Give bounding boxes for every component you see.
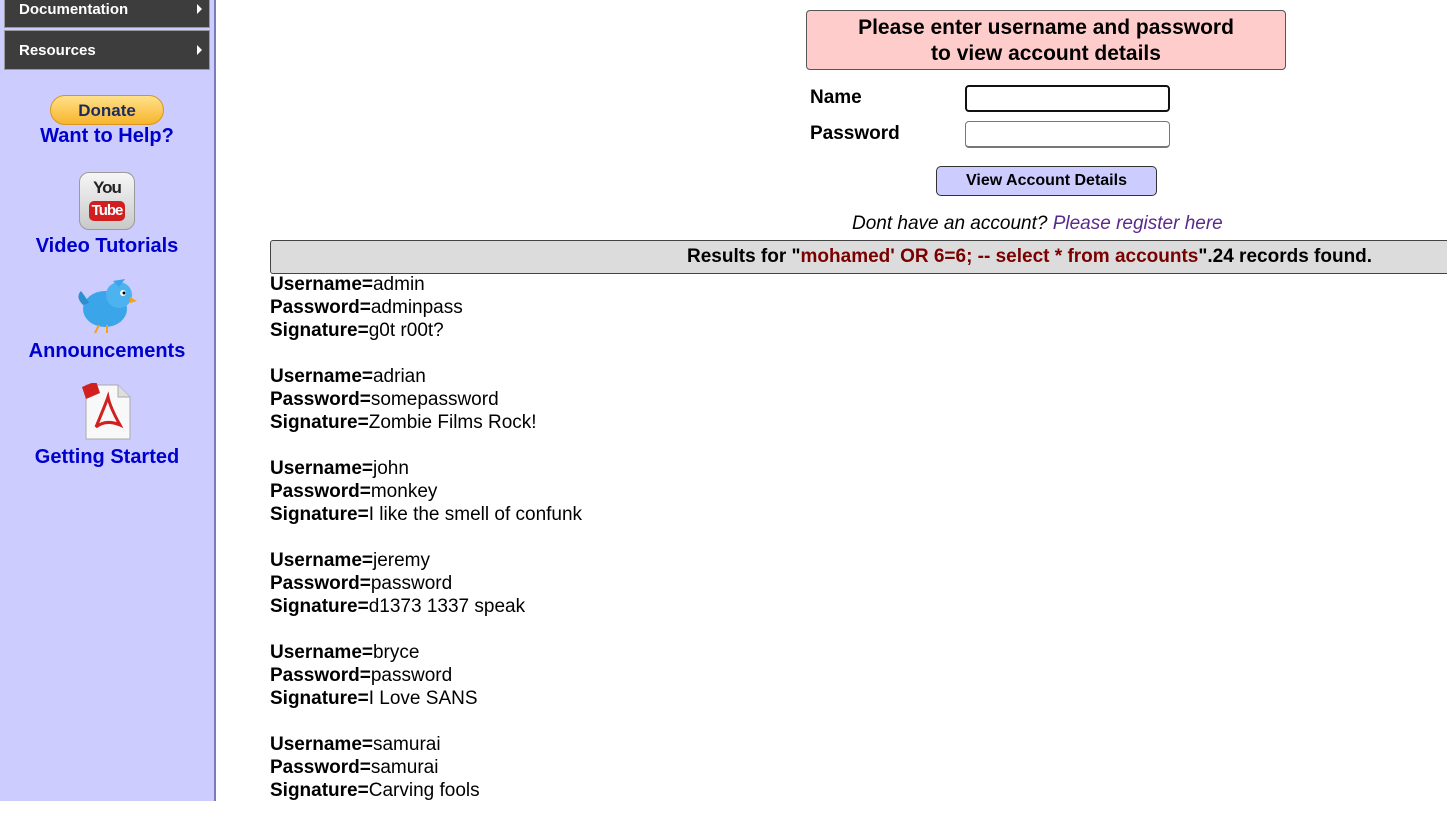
menu-item-resources[interactable]: Resources [4, 30, 210, 70]
record-username-value: samurai [372, 734, 441, 755]
record-password-value: adminpass [370, 297, 463, 318]
record-signature: Signature=Zombie Films Rock! [270, 411, 582, 434]
record-password-label: Password= [270, 665, 371, 686]
youtube-tube-text: Tube [89, 201, 125, 221]
results-query: mohamed' OR 6=6; -- select * from accoun… [800, 246, 1199, 267]
register-prompt: Dont have an account? [852, 213, 1048, 234]
record-username-value: john [372, 458, 409, 479]
record-password: Password=samurai [270, 756, 582, 779]
list-item: Username=jeremy Password=password Signatur… [270, 549, 582, 618]
announcements-link[interactable]: Announcements [0, 340, 214, 363]
youtube-icon[interactable]: You Tube [79, 172, 135, 230]
record-username: Username=samurai [270, 733, 582, 756]
record-username-value: adrian [372, 366, 426, 387]
record-signature-label: Signature= [270, 504, 369, 525]
record-password: Password=monkey [270, 480, 582, 503]
record-signature: Signature=I like the smell of confunk [270, 503, 582, 526]
record-signature-value: Zombie Films Rock! [368, 412, 537, 433]
chevron-right-icon [197, 4, 202, 14]
record-username-label: Username= [270, 366, 373, 387]
getting-started-block: Getting Started [0, 383, 214, 469]
record-signature-value: Carving fools [368, 780, 480, 801]
donate-block: Donate Want to Help? [0, 95, 214, 148]
record-username-label: Username= [270, 642, 373, 663]
video-tutorials-block: You Tube Video Tutorials [0, 172, 214, 258]
menu-item-label: Resources [19, 41, 96, 59]
record-username: Username=jeremy [270, 549, 582, 572]
record-signature-label: Signature= [270, 596, 369, 617]
record-signature-label: Signature= [270, 412, 369, 433]
record-username-label: Username= [270, 274, 373, 295]
list-item: Username=admin Password=adminpass Signatur… [270, 273, 582, 342]
login-header-line2: to view account details [931, 42, 1161, 65]
record-signature-value: d1373 1337 speak [368, 596, 526, 617]
record-password-value: monkey [370, 481, 438, 502]
results-suffix: ".24 records found. [1198, 246, 1373, 267]
getting-started-link[interactable]: Getting Started [0, 446, 214, 469]
login-header: Please enter username and password to vi… [806, 10, 1286, 70]
youtube-you-text: You [93, 178, 122, 197]
record-signature-value: g0t r00t? [368, 320, 444, 341]
record-signature-label: Signature= [270, 780, 369, 801]
record-password-value: samurai [370, 757, 439, 778]
register-link[interactable]: Please register here [1053, 213, 1223, 234]
record-password-label: Password= [270, 573, 371, 594]
video-tutorials-link[interactable]: Video Tutorials [0, 235, 214, 258]
record-password-value: password [370, 665, 453, 686]
record-password-label: Password= [270, 389, 371, 410]
record-password-label: Password= [270, 757, 371, 778]
record-signature-value: I like the smell of confunk [368, 504, 583, 525]
record-password: Password=password [270, 664, 582, 687]
name-label: Name [810, 87, 862, 108]
list-item: Username=samurai Password=samurai Signatur… [270, 733, 582, 802]
list-item: Username=adrian Password=somepassword Sign… [270, 365, 582, 434]
password-input[interactable] [965, 121, 1170, 148]
record-password-label: Password= [270, 297, 371, 318]
record-signature: Signature=g0t r00t? [270, 319, 582, 342]
record-username-value: admin [372, 274, 425, 295]
donate-button[interactable]: Donate [50, 95, 164, 125]
record-username-value: bryce [372, 642, 420, 663]
record-password-value: password [370, 573, 453, 594]
chevron-right-icon [197, 45, 202, 55]
record-username: Username=john [270, 457, 582, 480]
record-signature-value: I Love SANS [368, 688, 478, 709]
password-label: Password [810, 123, 900, 144]
results-summary-bar: Results for "mohamed' OR 6=6; -- select … [270, 240, 1447, 274]
list-item: Username=bryce Password=password Signature… [270, 641, 582, 710]
record-signature: Signature=d1373 1337 speak [270, 595, 582, 618]
record-username-value: jeremy [372, 550, 430, 571]
record-password: Password=adminpass [270, 296, 582, 319]
record-username-label: Username= [270, 458, 373, 479]
announcements-block: Announcements [0, 277, 214, 363]
register-line: Dont have an account? Please register he… [852, 213, 1223, 235]
menu-item-documentation[interactable]: Documentation [4, 0, 210, 28]
name-input[interactable] [965, 85, 1170, 112]
results-prefix: Results for " [687, 246, 801, 267]
records-list: Username=admin Password=adminpass Signatur… [270, 273, 582, 825]
record-signature-label: Signature= [270, 320, 369, 341]
record-username: Username=bryce [270, 641, 582, 664]
pdf-icon[interactable] [82, 383, 132, 441]
record-username-label: Username= [270, 734, 373, 755]
record-username: Username=adrian [270, 365, 582, 388]
record-password-value: somepassword [370, 389, 499, 410]
record-password: Password=somepassword [270, 388, 582, 411]
login-header-line1: Please enter username and password [858, 16, 1234, 39]
view-account-details-button[interactable]: View Account Details [936, 166, 1157, 196]
menu-item-label: Documentation [19, 0, 129, 18]
record-username: Username=admin [270, 273, 582, 296]
record-signature: Signature=Carving fools [270, 779, 582, 802]
sidebar: Documentation Resources Donate Want to H… [0, 0, 216, 801]
want-to-help-link[interactable]: Want to Help? [0, 125, 214, 148]
record-password: Password=password [270, 572, 582, 595]
record-password-label: Password= [270, 481, 371, 502]
twitter-bird-icon[interactable] [75, 277, 139, 335]
record-signature: Signature=I Love SANS [270, 687, 582, 710]
record-username-label: Username= [270, 550, 373, 571]
list-item: Username=john Password=monkey Signature=I … [270, 457, 582, 526]
record-signature-label: Signature= [270, 688, 369, 709]
